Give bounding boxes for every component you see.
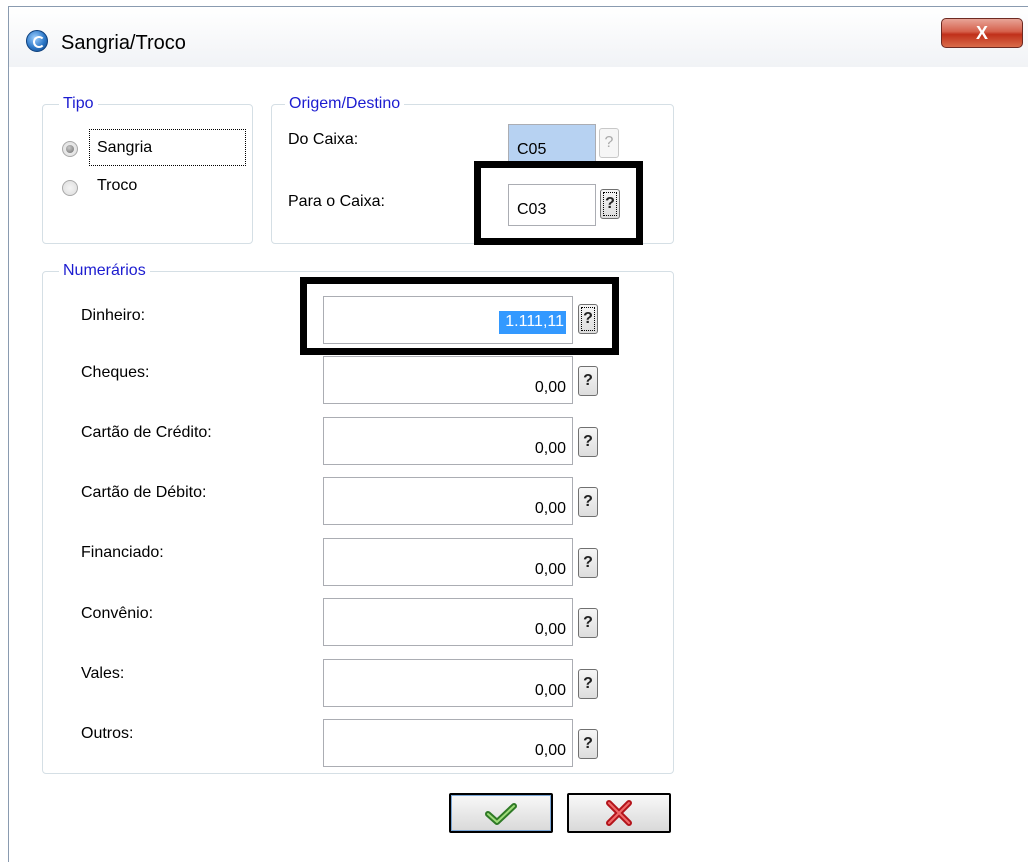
radio-troco[interactable] bbox=[62, 180, 78, 196]
cartao-debito-value: 0,00 bbox=[534, 500, 566, 517]
financiado-label: Financiado: bbox=[81, 544, 164, 561]
radio-sangria[interactable] bbox=[62, 141, 78, 157]
close-button[interactable]: X bbox=[941, 18, 1023, 48]
ok-button[interactable] bbox=[449, 793, 553, 833]
outros-input[interactable]: 0,00 bbox=[323, 719, 573, 767]
radio-sangria-label[interactable]: Sangria bbox=[97, 139, 152, 157]
annotation-highlight-dinheiro bbox=[300, 277, 619, 355]
x-icon bbox=[606, 800, 632, 826]
vales-label: Vales: bbox=[81, 665, 125, 682]
cheques-value: 0,00 bbox=[534, 379, 566, 396]
annotation-highlight-para-caixa bbox=[474, 161, 643, 245]
cartao-debito-lookup-button[interactable]: ? bbox=[578, 487, 598, 517]
cheques-label: Cheques: bbox=[81, 364, 150, 381]
cartao-credito-lookup-button[interactable]: ? bbox=[578, 427, 598, 457]
radio-troco-label[interactable]: Troco bbox=[97, 177, 137, 195]
vales-input[interactable]: 0,00 bbox=[323, 659, 573, 707]
para-caixa-label: Para o Caixa: bbox=[288, 193, 385, 210]
cartao-credito-input[interactable]: 0,00 bbox=[323, 417, 573, 465]
financiado-value: 0,00 bbox=[534, 561, 566, 578]
cartao-credito-label: Cartão de Crédito: bbox=[81, 424, 212, 441]
outros-value: 0,00 bbox=[534, 742, 566, 759]
cartao-credito-value: 0,00 bbox=[534, 440, 566, 457]
outros-label: Outros: bbox=[81, 725, 134, 742]
convenio-label: Convênio: bbox=[81, 605, 154, 622]
title-bar: Sangria/Troco X bbox=[9, 7, 1028, 67]
outros-lookup-button[interactable]: ? bbox=[578, 729, 598, 759]
cartao-debito-label: Cartão de Débito: bbox=[81, 484, 207, 501]
vales-lookup-button[interactable]: ? bbox=[578, 669, 598, 699]
cartao-debito-input[interactable]: 0,00 bbox=[323, 477, 573, 525]
tipo-legend: Tipo bbox=[59, 95, 98, 113]
financiado-lookup-button[interactable]: ? bbox=[578, 548, 598, 578]
cancel-button[interactable] bbox=[567, 793, 671, 833]
dinheiro-label: Dinheiro: bbox=[81, 307, 146, 324]
cheques-lookup-button[interactable]: ? bbox=[578, 366, 598, 396]
financiado-input[interactable]: 0,00 bbox=[323, 538, 573, 586]
check-icon bbox=[485, 803, 517, 825]
do-caixa-value: C05 bbox=[517, 141, 547, 158]
dialog-window: Sangria/Troco X Tipo Sangria Troco Orige… bbox=[8, 6, 1028, 862]
do-caixa-label: Do Caixa: bbox=[288, 131, 359, 148]
vales-value: 0,00 bbox=[534, 682, 566, 699]
convenio-input[interactable]: 0,00 bbox=[323, 598, 573, 646]
tipo-group: Tipo Sangria Troco bbox=[42, 95, 253, 244]
window-title: Sangria/Troco bbox=[61, 32, 186, 54]
app-icon bbox=[26, 30, 48, 52]
cheques-input[interactable]: 0,00 bbox=[323, 356, 573, 404]
origem-destino-legend: Origem/Destino bbox=[285, 95, 405, 113]
numerarios-legend: Numerários bbox=[59, 262, 150, 280]
do-caixa-lookup-button: ? bbox=[599, 128, 619, 158]
convenio-value: 0,00 bbox=[534, 621, 566, 638]
do-caixa-field: C05 bbox=[508, 124, 596, 166]
convenio-lookup-button[interactable]: ? bbox=[578, 608, 598, 638]
